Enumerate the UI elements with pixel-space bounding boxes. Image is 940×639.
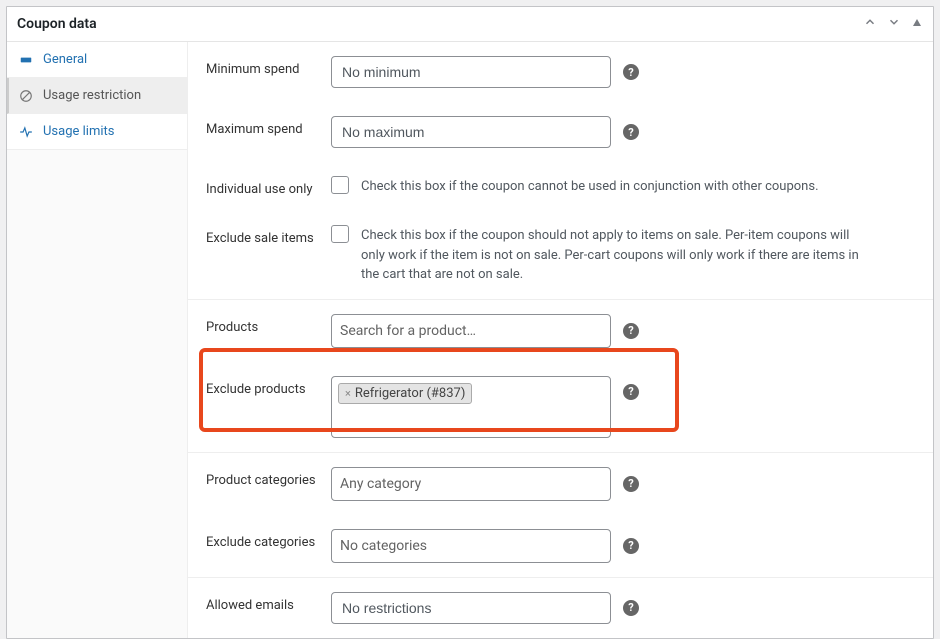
label-products: Products <box>206 314 331 335</box>
block-icon <box>19 89 33 103</box>
product-categories-select[interactable]: Any category <box>331 467 611 501</box>
remove-tag-icon[interactable]: × <box>345 387 351 400</box>
product-categories-placeholder: Any category <box>340 476 421 492</box>
products-placeholder: Search for a product… <box>340 323 476 339</box>
tab-usage-restriction[interactable]: Usage restriction <box>7 78 187 114</box>
individual-use-desc: Check this box if the coupon cannot be u… <box>361 176 819 197</box>
help-icon[interactable]: ? <box>623 476 639 492</box>
tab-label: Usage limits <box>43 124 114 139</box>
activity-icon <box>19 125 33 139</box>
individual-use-checkbox[interactable] <box>331 176 349 194</box>
tab-label: General <box>43 52 87 67</box>
exclude-products-select[interactable]: × Refrigerator (#837) <box>331 376 611 438</box>
label-exclude-categories: Exclude categories <box>206 529 331 550</box>
toggle-icon[interactable] <box>911 16 923 32</box>
label-exclude-sale: Exclude sale items <box>206 225 331 246</box>
row-exclude-categories: Exclude categories No categories ? <box>188 515 933 577</box>
help-icon[interactable]: ? <box>623 600 639 616</box>
row-exclude-sale: Exclude sale items Check this box if the… <box>188 211 933 299</box>
row-products: Products Search for a product… ? <box>188 300 933 362</box>
row-product-categories: Product categories Any category ? <box>188 453 933 515</box>
move-down-icon[interactable] <box>887 15 901 33</box>
minimum-spend-input[interactable] <box>331 56 611 88</box>
label-minimum-spend: Minimum spend <box>206 56 331 77</box>
label-exclude-products: Exclude products <box>206 376 331 397</box>
label-individual-use: Individual use only <box>206 176 331 197</box>
move-up-icon[interactable] <box>863 15 877 33</box>
tab-general[interactable]: General <box>7 42 187 78</box>
panel-header: Coupon data <box>7 7 933 42</box>
content: Minimum spend ? Maximum spend ? Individu… <box>188 42 933 638</box>
coupon-data-panel: Coupon data General <box>6 6 934 639</box>
row-exclude-products: Exclude products × Refrigerator (#837) ? <box>188 362 933 452</box>
row-maximum-spend: Maximum spend ? <box>188 102 933 162</box>
label-allowed-emails: Allowed emails <box>206 592 331 613</box>
panel-title: Coupon data <box>17 16 97 32</box>
help-icon[interactable]: ? <box>623 323 639 339</box>
exclude-categories-placeholder: No categories <box>340 538 427 554</box>
tab-usage-limits[interactable]: Usage limits <box>7 114 187 150</box>
help-icon[interactable]: ? <box>623 124 639 140</box>
products-select[interactable]: Search for a product… <box>331 314 611 348</box>
row-minimum-spend: Minimum spend ? <box>188 42 933 102</box>
exclude-categories-select[interactable]: No categories <box>331 529 611 563</box>
panel-body: General Usage restriction Usage limits M… <box>7 42 933 638</box>
exclude-sale-desc: Check this box if the coupon should not … <box>361 225 861 285</box>
exclude-sale-checkbox[interactable] <box>331 225 349 243</box>
label-maximum-spend: Maximum spend <box>206 116 331 137</box>
product-tag-label: Refrigerator (#837) <box>355 386 465 401</box>
help-icon[interactable]: ? <box>623 64 639 80</box>
product-tag: × Refrigerator (#837) <box>338 383 472 404</box>
help-icon[interactable]: ? <box>623 538 639 554</box>
tab-label: Usage restriction <box>43 88 141 103</box>
help-icon[interactable]: ? <box>623 384 639 400</box>
label-product-categories: Product categories <box>206 467 331 488</box>
sidebar: General Usage restriction Usage limits <box>7 42 188 638</box>
maximum-spend-input[interactable] <box>331 116 611 148</box>
panel-controls <box>863 15 923 33</box>
allowed-emails-input[interactable] <box>331 592 611 624</box>
row-individual-use: Individual use only Check this box if th… <box>188 162 933 211</box>
ticket-icon <box>19 53 33 67</box>
